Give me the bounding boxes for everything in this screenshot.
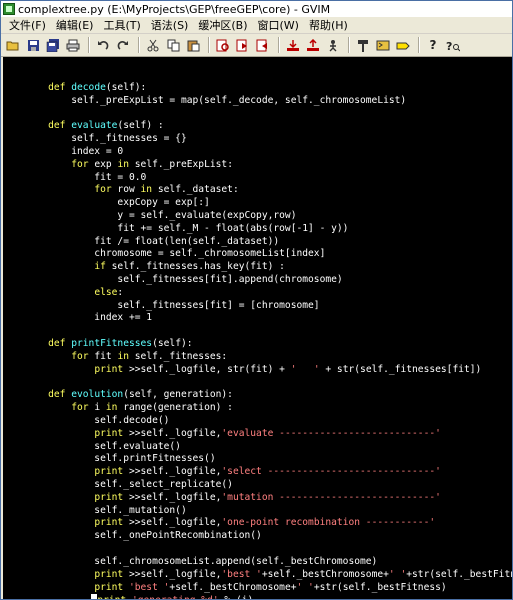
- code-line: index = 0: [25, 145, 124, 157]
- code-line: for exp in self._preExpList:: [71, 158, 233, 170]
- code-line: def printFitnesses(self):: [48, 338, 193, 350]
- save-session-icon[interactable]: [304, 36, 322, 54]
- code-line: self._fitnesses[fit].append(chromosome): [25, 274, 343, 285]
- save-icon[interactable]: [24, 36, 42, 54]
- code-line: print 'best '+self._bestChromosome+' '+s…: [94, 581, 447, 593]
- code-line: self._preExpList = map(self._decode, sel…: [25, 94, 407, 106]
- toolbar-separator: [88, 37, 90, 53]
- code-line: self.evaluate(): [25, 440, 181, 452]
- run-script-icon[interactable]: [324, 36, 342, 54]
- code-line: y = self._evaluate(expCopy,row): [25, 209, 297, 221]
- code-line: index += 1: [25, 312, 153, 324]
- shell-icon[interactable]: [374, 36, 392, 54]
- code-line: fit /= float(len(self._dataset)): [25, 235, 280, 247]
- window-title: complextree.py (E:\MyProjects\GEP\freeGE…: [18, 2, 331, 16]
- toolbar-separator: [138, 37, 140, 53]
- code-line: if self._fitnesses.has_key(fit) :: [94, 261, 285, 273]
- code-line: print >>self._logfile,'best '+self._best…: [94, 568, 512, 580]
- code-line: print >>self._logfile,'mutation --------…: [94, 491, 441, 503]
- code-line: self._chromosomeList.append(self._bestCh…: [25, 555, 378, 567]
- undo-icon[interactable]: [94, 36, 112, 54]
- toolbar-separator: [278, 37, 280, 53]
- menu-buffers[interactable]: 缓冲区(B): [193, 17, 252, 33]
- toolbar-separator: [348, 37, 350, 53]
- code-line: self._fitnesses = {}: [25, 133, 187, 145]
- toolbar: ? ?: [1, 34, 512, 57]
- tags-icon[interactable]: [394, 36, 412, 54]
- menu-window[interactable]: 窗口(W): [253, 17, 304, 33]
- code-line: print >>self._logfile, str(fit) + ' ' + …: [94, 363, 482, 375]
- code-editor[interactable]: def decode(self): self._preExpList = map…: [3, 57, 512, 599]
- svg-text:?: ?: [446, 40, 452, 52]
- code-line: chromosome = self._chromosomeList[index]: [25, 248, 326, 260]
- code-line: print >>self._logfile,'select ----------…: [94, 466, 441, 478]
- code-line: fit += self._M - float(abs(row[-1] - y)): [25, 222, 349, 234]
- gvim-window: complextree.py (E:\MyProjects\GEP\freeGE…: [0, 0, 513, 600]
- code-line: print 'generating %d' % (i): [25, 594, 512, 599]
- code-line: self._onePointRecombination(): [25, 530, 262, 542]
- load-session-icon[interactable]: [284, 36, 302, 54]
- help-icon[interactable]: ?: [424, 36, 442, 54]
- code-line: expCopy = exp[:]: [25, 197, 210, 209]
- code-line: self.printFitnesses(): [25, 453, 216, 465]
- title-bar[interactable]: complextree.py (E:\MyProjects\GEP\freeGE…: [1, 1, 512, 17]
- menu-bar: 文件(F) 编辑(E) 工具(T) 语法(S) 缓冲区(B) 窗口(W) 帮助(…: [1, 17, 512, 34]
- code-line: print >>self._logfile,'one-point recombi…: [94, 517, 436, 529]
- code-line: for row in self._dataset:: [94, 184, 239, 196]
- find-next-icon[interactable]: [234, 36, 252, 54]
- gvim-app-icon: [3, 3, 15, 15]
- menu-file[interactable]: 文件(F): [4, 17, 51, 33]
- code-line: self._select_replicate(): [25, 479, 233, 490]
- paste-icon[interactable]: [184, 36, 202, 54]
- code-line: self.decode(): [25, 414, 170, 426]
- toolbar-separator: [208, 37, 210, 53]
- code-line: def decode(self):: [48, 81, 147, 93]
- make-icon[interactable]: [354, 36, 372, 54]
- find-icon[interactable]: [214, 36, 232, 54]
- print-icon[interactable]: [64, 36, 82, 54]
- code-line: def evolution(self, generation):: [48, 389, 233, 401]
- open-icon[interactable]: [4, 36, 22, 54]
- code-text: def decode(self): self._preExpList = map…: [25, 69, 512, 599]
- toolbar-separator: [418, 37, 420, 53]
- copy-icon[interactable]: [164, 36, 182, 54]
- menu-syntax[interactable]: 语法(S): [146, 17, 194, 33]
- menu-tools[interactable]: 工具(T): [98, 17, 145, 33]
- code-line: self._mutation(): [25, 504, 187, 516]
- cut-icon[interactable]: [144, 36, 162, 54]
- code-line: def evaluate(self) :: [48, 120, 164, 132]
- save-all-icon[interactable]: [44, 36, 62, 54]
- code-line: self._fitnesses[fit] = [chromosome]: [25, 299, 320, 311]
- code-line: for i in range(generation) :: [71, 402, 233, 414]
- find-help-icon[interactable]: ?: [444, 36, 462, 54]
- menu-help[interactable]: 帮助(H): [304, 17, 353, 33]
- code-line: for fit in self._fitnesses:: [71, 350, 228, 362]
- find-prev-icon[interactable]: [254, 36, 272, 54]
- menu-edit[interactable]: 编辑(E): [51, 17, 99, 33]
- code-line: else:: [94, 286, 124, 298]
- redo-icon[interactable]: [114, 36, 132, 54]
- code-line: fit = 0.0: [25, 171, 147, 183]
- code-line: print >>self._logfile,'evaluate --------…: [94, 427, 441, 439]
